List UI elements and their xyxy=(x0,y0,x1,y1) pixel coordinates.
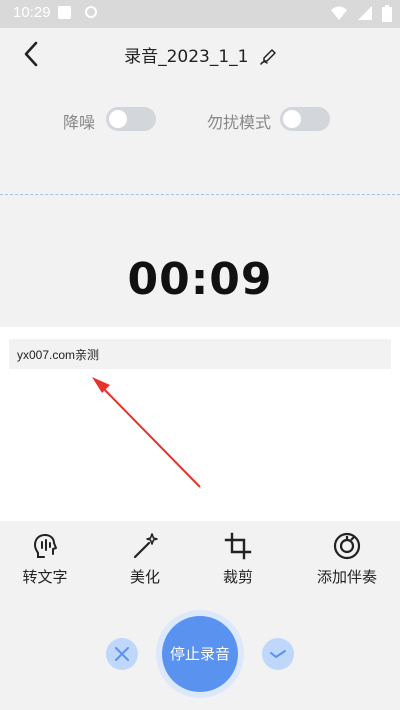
status-time: 10:29 xyxy=(13,4,51,21)
speech-to-text-icon xyxy=(33,534,57,558)
switch-knob xyxy=(109,110,127,128)
waveform-divider xyxy=(0,194,400,195)
check-icon xyxy=(270,650,286,658)
title-area: 录音_2023_1_1 xyxy=(0,42,400,70)
crop-label: 裁剪 xyxy=(222,568,253,586)
toggle-row: 降噪 勿扰模式 xyxy=(0,104,400,134)
transcript-panel: yx007.com亲测 xyxy=(0,327,400,521)
transcript-text-bar[interactable]: yx007.com亲测 xyxy=(9,339,391,369)
wifi-icon xyxy=(330,6,347,20)
speech-to-text-button[interactable]: 转文字 xyxy=(0,522,90,594)
sync-icon xyxy=(85,6,97,18)
annotation-arrow-icon xyxy=(92,377,201,488)
add-accompaniment-button[interactable]: 添加伴奏 xyxy=(302,522,392,594)
cancel-button[interactable] xyxy=(106,638,138,670)
recording-timer: 00:09 xyxy=(127,254,273,305)
recording-controls: 停止录音 xyxy=(0,600,400,710)
page-title: 录音_2023_1_1 xyxy=(124,47,249,67)
edit-pen-icon xyxy=(260,49,276,65)
speech-to-text-label: 转文字 xyxy=(22,568,68,586)
confirm-button[interactable] xyxy=(262,638,294,670)
add-accompaniment-label: 添加伴奏 xyxy=(316,568,377,586)
beautify-button[interactable]: 美化 xyxy=(100,522,190,594)
close-icon xyxy=(115,647,129,661)
do-not-disturb-label: 勿扰模式 xyxy=(207,113,272,132)
do-not-disturb-switch[interactable] xyxy=(280,107,330,131)
status-icons xyxy=(326,5,392,23)
signal-icon xyxy=(357,6,372,20)
battery-icon xyxy=(382,5,392,22)
header: 录音_2023_1_1 xyxy=(0,28,400,82)
noise-reduction-switch[interactable] xyxy=(106,107,156,131)
stop-record-button[interactable]: 停止录音 xyxy=(162,616,238,692)
edit-title-button[interactable] xyxy=(260,49,276,70)
tool-bar: 转文字 美化 裁剪 添加伴奏 xyxy=(0,522,400,594)
crop-icon xyxy=(224,532,252,560)
switch-knob xyxy=(283,110,301,128)
beautify-label: 美化 xyxy=(129,568,160,586)
music-disc-icon xyxy=(333,532,361,560)
notification-icon xyxy=(58,6,71,19)
noise-reduction-label: 降噪 xyxy=(63,113,96,132)
status-bar: 10:29 xyxy=(0,0,400,28)
stop-record-ring: 停止录音 xyxy=(156,610,244,698)
magic-wand-icon xyxy=(133,533,158,559)
crop-button[interactable]: 裁剪 xyxy=(193,522,283,594)
transcript-text: yx007.com亲测 xyxy=(17,348,100,362)
